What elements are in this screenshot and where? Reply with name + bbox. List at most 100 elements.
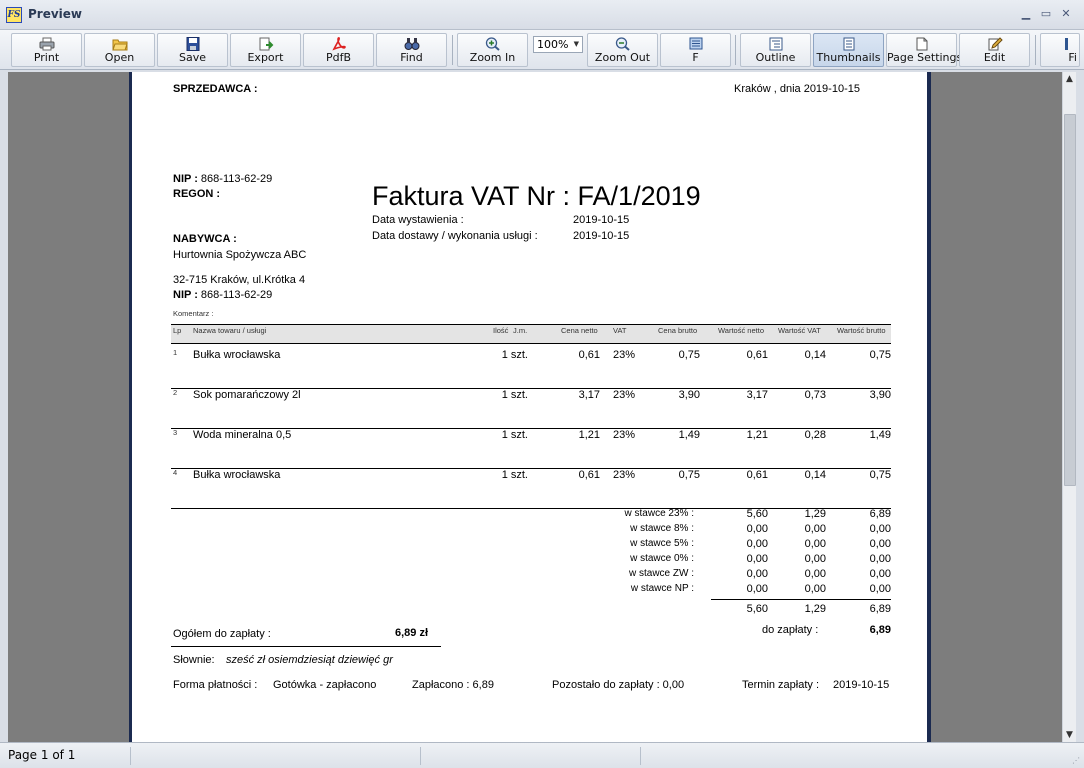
item-net-price: 1,21: [578, 429, 600, 441]
print-button[interactable]: Print: [11, 33, 82, 67]
open-label: Open: [104, 51, 135, 64]
item-qty: 1 szt.: [501, 389, 528, 401]
item-vat-value: 0,14: [804, 349, 826, 361]
nip-label: NIP :: [173, 173, 198, 185]
page-settings-icon: [916, 37, 927, 51]
item-net-value: 0,61: [746, 469, 768, 481]
item-qty: 1 szt.: [501, 469, 528, 481]
outline-icon: [769, 37, 782, 51]
in-words-value: sześć zł osiemdziesiąt dziewięć gr: [226, 654, 393, 666]
item-gross-price: 0,75: [678, 349, 700, 361]
col-gross-price: Cena brutto: [658, 326, 698, 335]
scroll-up-icon[interactable]: ▲: [1063, 74, 1076, 84]
first-page-button[interactable]: Fi: [1040, 33, 1080, 67]
rate-vat: 0,00: [804, 538, 826, 550]
minimize-icon[interactable]: ▁: [1016, 5, 1036, 23]
to-pay-value: 6,89: [869, 624, 891, 636]
scroll-down-icon[interactable]: ▼: [1063, 730, 1076, 740]
rate-label: w stawce NP :: [630, 583, 694, 594]
delivery-date-label: Data dostawy / wykonania usługi :: [372, 230, 538, 242]
find-label: Find: [400, 51, 423, 64]
invoice-title: Faktura VAT Nr : FA/1/2019: [372, 181, 701, 211]
preview-workspace[interactable]: SPRZEDAWCA : Kraków , dnia 2019-10-15 NI…: [8, 72, 1062, 742]
window-title: Preview: [28, 7, 83, 21]
app-icon: FS: [6, 7, 22, 23]
zoom-out-icon: [615, 37, 630, 51]
item-vat: 23%: [613, 469, 636, 481]
print-label: Print: [33, 51, 60, 64]
thumbnails-icon: [843, 37, 854, 51]
item-lp: 2: [173, 388, 178, 397]
col-vat: VAT: [613, 326, 627, 335]
status-separator: [640, 747, 641, 765]
rate-gross: 0,00: [869, 568, 891, 580]
seller-nip-value: 868-113-62-29: [200, 173, 273, 185]
binoculars-icon: [404, 38, 419, 50]
pdf-label: PdfB: [325, 51, 352, 64]
page-settings-label: Page Settings: [887, 51, 963, 64]
find-button[interactable]: Find: [376, 33, 447, 67]
total-gross: 6,89: [869, 603, 891, 615]
chevron-down-icon[interactable]: ▼: [574, 37, 579, 52]
page-indicator: Page 1 of 1: [8, 748, 76, 762]
item-name: Sok pomarańczowy 2l: [193, 389, 301, 401]
item-gross-price: 1,49: [678, 429, 700, 441]
open-button[interactable]: Open: [84, 33, 155, 67]
rate-vat: 0,00: [804, 568, 826, 580]
fullscreen-button[interactable]: F: [660, 33, 731, 67]
outline-label: Outline: [755, 51, 796, 64]
status-bar: Page 1 of 1 ⋰: [0, 742, 1084, 768]
close-icon[interactable]: ✕: [1056, 5, 1076, 23]
item-gross-value: 3,90: [869, 389, 891, 401]
thumbnails-button[interactable]: Thumbnails: [813, 33, 884, 67]
save-label: Save: [178, 51, 206, 64]
col-qty: Ilość: [493, 326, 509, 335]
rate-label: w stawce 5% :: [630, 538, 694, 549]
zoom-in-button[interactable]: Zoom In: [457, 33, 528, 67]
scrollbar-thumb[interactable]: [1064, 114, 1076, 486]
outline-button[interactable]: Outline: [740, 33, 811, 67]
pdf-button[interactable]: PdfB: [303, 33, 374, 67]
zoom-in-label: Zoom In: [469, 51, 516, 64]
buyer-nip: NIP : 868-113-62-29: [173, 289, 272, 301]
item-vat-value: 0,73: [804, 389, 826, 401]
maximize-icon[interactable]: ▭: [1036, 5, 1056, 23]
issue-date-label: Data wystawienia :: [372, 214, 464, 226]
total-underline: [171, 646, 441, 647]
item-qty: 1 szt.: [501, 429, 528, 441]
edit-button[interactable]: Edit: [959, 33, 1030, 67]
delivery-date: 2019-10-15: [573, 230, 630, 242]
rate-gross: 0,00: [869, 553, 891, 565]
item-net-price: 3,17: [578, 389, 600, 401]
item-vat: 23%: [613, 389, 636, 401]
floppy-disk-icon: [186, 37, 199, 51]
export-label: Export: [247, 51, 284, 64]
page-settings-button[interactable]: Page Settings: [886, 33, 963, 67]
vertical-scrollbar[interactable]: ▲ ▼: [1062, 72, 1076, 742]
zoom-select[interactable]: 100% ▼: [533, 36, 583, 53]
item-net-value: 3,17: [746, 389, 768, 401]
item-name: Bułka wrocławska: [193, 469, 281, 481]
status-separator: [130, 747, 131, 765]
place-date: Kraków , dnia 2019-10-15: [734, 83, 860, 95]
buyer-name: Hurtownia Spożywcza ABC: [173, 249, 307, 261]
buyer-label: NABYWCA :: [173, 233, 237, 245]
thumbnails-label: Thumbnails: [816, 51, 881, 64]
status-separator: [420, 747, 421, 765]
save-button[interactable]: Save: [157, 33, 228, 67]
export-button[interactable]: Export: [230, 33, 301, 67]
rate-net: 5,60: [746, 508, 768, 520]
nip-label: NIP :: [173, 289, 198, 301]
rate-net: 0,00: [746, 538, 768, 550]
first-page-label: Fi: [1068, 51, 1077, 64]
resize-grip-icon[interactable]: ⋰: [1072, 756, 1080, 765]
pdf-icon: [331, 37, 346, 51]
to-pay-label: do zapłaty :: [762, 624, 819, 636]
summary-divider: [711, 599, 891, 600]
item-lp: 4: [173, 468, 178, 477]
export-icon: [259, 37, 273, 51]
item-lp: 1: [173, 348, 178, 357]
item-gross-value: 1,49: [869, 429, 891, 441]
zoom-out-button[interactable]: Zoom Out: [587, 33, 658, 67]
col-name: Nazwa towaru / usługi: [193, 326, 267, 335]
